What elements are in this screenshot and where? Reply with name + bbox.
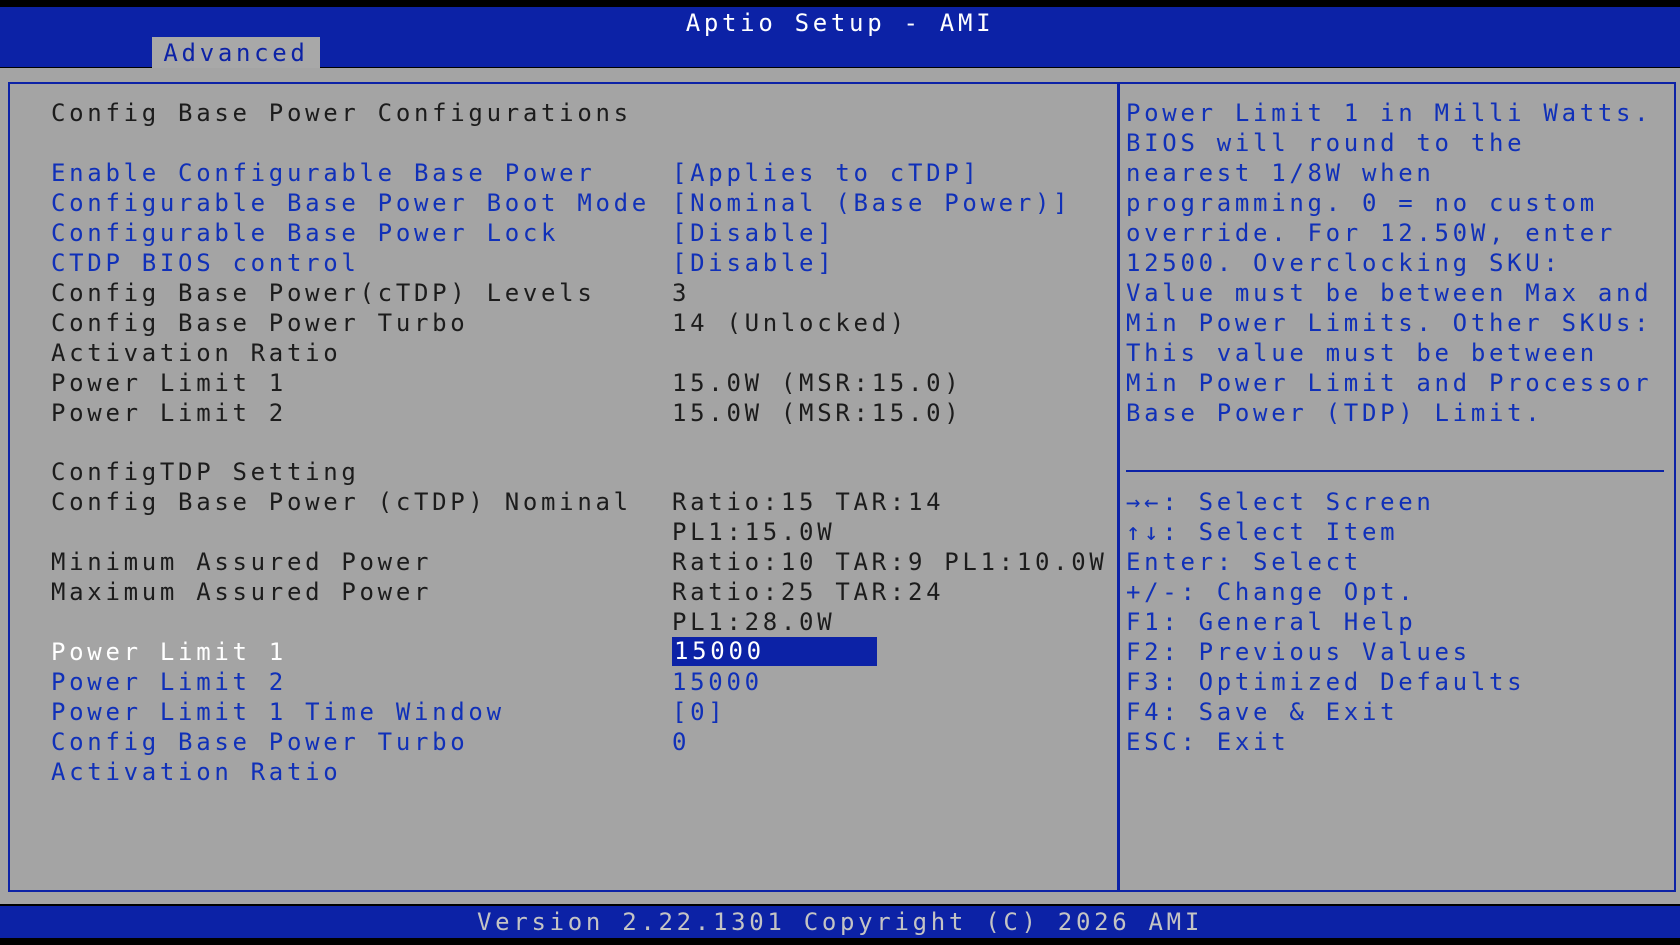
setting-enable-configurable-base-power[interactable]: Enable Configurable Base Power <box>51 158 595 188</box>
value-power-limit-1-time-window[interactable]: [0] <box>672 697 726 727</box>
info-ctdp-levels-value: 3 <box>672 279 691 307</box>
tab-advanced[interactable]: Advanced <box>152 37 320 68</box>
max-assured-power-value: Ratio:25 TAR:24 <box>672 578 945 606</box>
ctdp-section-heading: ConfigTDP Setting <box>51 458 360 486</box>
value-power-limit-2[interactable]: 15000 <box>672 667 763 697</box>
footer-version: Version 2.22.1301 Copyright (C) 2026 AMI <box>477 908 1203 936</box>
info-ctdp-levels-label: Config Base Power(cTDP) Levels <box>51 279 596 307</box>
min-assured-power-label: Minimum Assured Power <box>51 548 433 576</box>
ctdp-nominal-value: Ratio:15 TAR:14 <box>672 488 945 516</box>
ctdp-nominal-value-cont: PL1:15.0W <box>672 518 836 546</box>
key-hint-select-screen: →←: Select Screen <box>1126 488 1435 516</box>
setting-power-limit-1[interactable]: Power Limit 1 <box>51 637 287 667</box>
value-ctdp-bios-control[interactable]: [Disable] <box>672 248 835 278</box>
value-power-limit-1-selected[interactable]: 15000 <box>672 637 877 666</box>
info-power-limit-1-label: Power Limit 1 <box>51 369 287 397</box>
info-turbo-activation-label-cont: Activation Ratio <box>51 339 342 367</box>
help-text: Power Limit 1 in Milli Watts. BIOS will … <box>1126 99 1653 427</box>
key-hint-select-item: ↑↓: Select Item <box>1126 518 1399 546</box>
app-title: Aptio Setup - AMI <box>685 9 995 37</box>
value-configurable-base-power-boot-mode[interactable]: [Nominal (Base Power)] <box>672 188 1071 218</box>
info-power-limit-2-value: 15.0W (MSR:15.0) <box>672 399 963 427</box>
setting-power-limit-2[interactable]: Power Limit 2 <box>51 667 287 697</box>
ctdp-nominal-label: Config Base Power (cTDP) Nominal <box>51 488 632 516</box>
key-hint-change-opt: +/-: Change Opt. <box>1126 578 1417 606</box>
setting-turbo-activation-ratio-cont[interactable]: Activation Ratio <box>51 757 341 787</box>
page-title: Config Base Power Configurations <box>51 99 632 127</box>
value-turbo-activation-ratio[interactable]: 0 <box>672 727 690 757</box>
value-enable-configurable-base-power[interactable]: [Applies to cTDP] <box>672 158 981 188</box>
help-divider <box>1126 470 1664 472</box>
setting-configurable-base-power-lock[interactable]: Configurable Base Power Lock <box>51 218 559 248</box>
key-hint-enter: Enter: Select <box>1126 548 1362 576</box>
info-turbo-activation-label: Config Base Power Turbo <box>51 309 469 337</box>
info-turbo-activation-value: 14 (Unlocked) <box>672 309 908 337</box>
info-power-limit-2-label: Power Limit 2 <box>51 399 287 427</box>
key-hint-esc-exit: ESC: Exit <box>1126 728 1290 756</box>
setting-turbo-activation-ratio[interactable]: Config Base Power Turbo <box>51 727 468 757</box>
info-power-limit-1-value: 15.0W (MSR:15.0) <box>672 369 963 397</box>
max-assured-power-value-cont: PL1:28.0W <box>672 608 836 636</box>
key-hint-optimized-defaults: F3: Optimized Defaults <box>1126 668 1526 696</box>
setting-configurable-base-power-boot-mode[interactable]: Configurable Base Power Boot Mode <box>51 188 650 218</box>
key-hint-save-exit: F4: Save & Exit <box>1126 698 1399 726</box>
max-assured-power-label: Maximum Assured Power <box>51 578 433 606</box>
value-configurable-base-power-lock[interactable]: [Disable] <box>672 218 835 248</box>
setting-ctdp-bios-control[interactable]: CTDP BIOS control <box>51 248 360 278</box>
setting-power-limit-1-time-window[interactable]: Power Limit 1 Time Window <box>51 697 505 727</box>
key-hint-general-help: F1: General Help <box>1126 608 1417 636</box>
key-hint-previous-values: F2: Previous Values <box>1126 638 1471 666</box>
min-assured-power-value: Ratio:10 TAR:9 PL1:10.0W <box>672 548 1108 576</box>
